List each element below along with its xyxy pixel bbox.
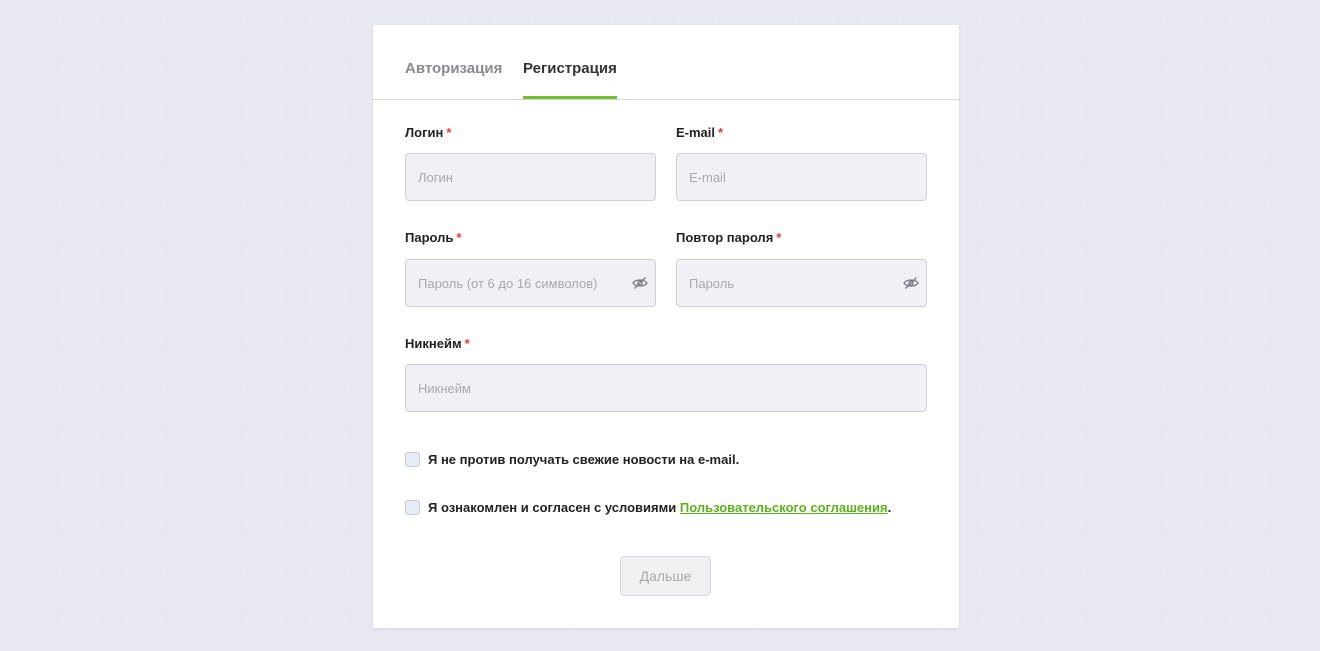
newsletter-checkbox[interactable] bbox=[405, 452, 420, 467]
email-input[interactable] bbox=[676, 153, 927, 201]
email-label: E-mail * bbox=[676, 125, 723, 140]
terms-prefix: Я ознакомлен и согласен с условиями bbox=[428, 500, 677, 515]
active-tab-indicator bbox=[523, 96, 617, 99]
terms-row: Я ознакомлен и согласен с условиями Поль… bbox=[405, 500, 891, 515]
user-agreement-link[interactable]: Пользовательского соглашения bbox=[680, 500, 888, 515]
password-repeat-label-text: Повтор пароля bbox=[676, 230, 774, 245]
terms-label[interactable]: Я ознакомлен и согласен с условиями Поль… bbox=[428, 500, 891, 515]
registration-card: Авторизация Регистрация Логин* E-mail* П… bbox=[373, 25, 959, 628]
password-required-mark: * bbox=[456, 230, 462, 245]
terms-suffix: . bbox=[887, 500, 892, 515]
email-label-text: E-mail bbox=[676, 125, 716, 140]
login-input[interactable] bbox=[405, 153, 656, 201]
nickname-label: Никнейм * bbox=[405, 336, 470, 351]
eye-slash-icon[interactable] bbox=[903, 276, 919, 290]
auth-tabs: Авторизация Регистрация bbox=[373, 25, 959, 100]
newsletter-row: Я не против получать свежие новости на e… bbox=[405, 452, 739, 467]
tab-authorization[interactable]: Авторизация bbox=[405, 60, 502, 100]
nickname-required-mark: * bbox=[464, 336, 470, 351]
password-label: Пароль * bbox=[405, 230, 461, 245]
password-label-text: Пароль bbox=[405, 230, 454, 245]
password-input[interactable] bbox=[405, 259, 656, 307]
login-label: Логин * bbox=[405, 125, 451, 140]
email-required-mark: * bbox=[718, 125, 724, 140]
newsletter-label[interactable]: Я не против получать свежие новости на e… bbox=[428, 452, 739, 467]
password-repeat-label: Повтор пароля * bbox=[676, 230, 781, 245]
nickname-input[interactable] bbox=[405, 364, 927, 412]
terms-checkbox[interactable] bbox=[405, 500, 420, 515]
tab-registration[interactable]: Регистрация bbox=[523, 60, 617, 100]
login-required-mark: * bbox=[446, 125, 452, 140]
eye-slash-icon[interactable] bbox=[632, 276, 648, 290]
next-button[interactable]: Дальше bbox=[620, 556, 711, 596]
password-repeat-input[interactable] bbox=[676, 259, 927, 307]
password-repeat-required-mark: * bbox=[776, 230, 782, 245]
nickname-label-text: Никнейм bbox=[405, 336, 462, 351]
login-label-text: Логин bbox=[405, 125, 444, 140]
